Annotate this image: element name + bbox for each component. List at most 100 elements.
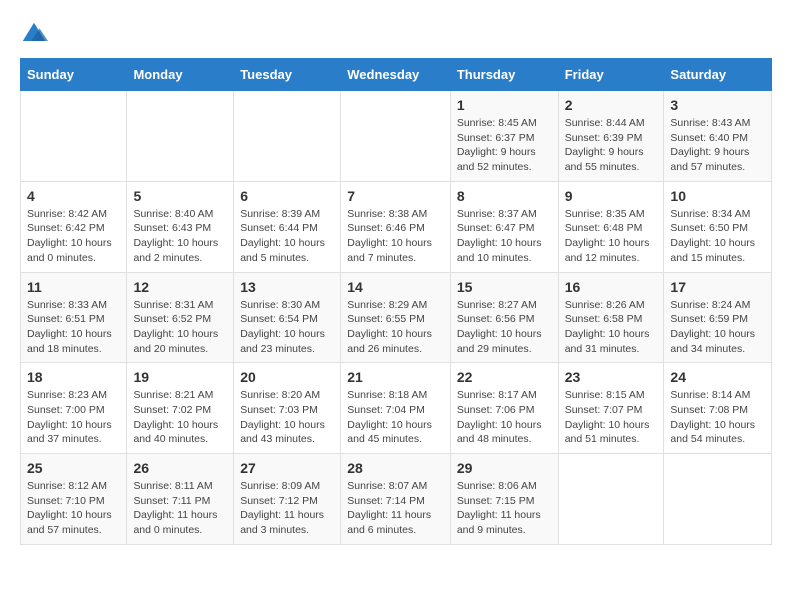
logo-icon (20, 20, 48, 48)
week-row-5: 25 Sunrise: 8:12 AM Sunset: 7:10 PM Dayli… (21, 454, 772, 545)
day-number: 17 (670, 279, 765, 295)
calendar-cell: 8 Sunrise: 8:37 AM Sunset: 6:47 PM Daylig… (450, 181, 558, 272)
day-info: Sunrise: 8:12 AM Sunset: 7:10 PM Dayligh… (27, 479, 120, 538)
calendar-cell: 29 Sunrise: 8:06 AM Sunset: 7:15 PM Dayli… (450, 454, 558, 545)
calendar-cell: 9 Sunrise: 8:35 AM Sunset: 6:48 PM Daylig… (558, 181, 664, 272)
day-info: Sunrise: 8:20 AM Sunset: 7:03 PM Dayligh… (240, 388, 334, 447)
day-number: 26 (133, 460, 227, 476)
header-day-monday: Monday (127, 59, 234, 91)
calendar-cell: 11Sunrise: 8:33 AM Sunset: 6:51 PM Dayli… (21, 272, 127, 363)
calendar-cell (664, 454, 772, 545)
day-number: 23 (565, 369, 658, 385)
logo (20, 20, 52, 48)
week-row-1: 1 Sunrise: 8:45 AM Sunset: 6:37 PM Daylig… (21, 91, 772, 182)
calendar-cell (127, 91, 234, 182)
day-number: 12 (133, 279, 227, 295)
week-row-3: 11Sunrise: 8:33 AM Sunset: 6:51 PM Dayli… (21, 272, 772, 363)
day-info: Sunrise: 8:17 AM Sunset: 7:06 PM Dayligh… (457, 388, 552, 447)
day-info: Sunrise: 8:11 AM Sunset: 7:11 PM Dayligh… (133, 479, 227, 538)
calendar-cell: 28 Sunrise: 8:07 AM Sunset: 7:14 PM Dayli… (341, 454, 451, 545)
day-number: 9 (565, 188, 658, 204)
calendar-cell: 21 Sunrise: 8:18 AM Sunset: 7:04 PM Dayli… (341, 363, 451, 454)
week-row-2: 4 Sunrise: 8:42 AM Sunset: 6:42 PM Daylig… (21, 181, 772, 272)
header-day-thursday: Thursday (450, 59, 558, 91)
day-info: Sunrise: 8:31 AM Sunset: 6:52 PM Dayligh… (133, 298, 227, 357)
day-number: 7 (347, 188, 444, 204)
calendar-cell: 3 Sunrise: 8:43 AM Sunset: 6:40 PM Daylig… (664, 91, 772, 182)
calendar-cell: 18 Sunrise: 8:23 AM Sunset: 7:00 PM Dayli… (21, 363, 127, 454)
calendar-cell: 13Sunrise: 8:30 AM Sunset: 6:54 PM Dayli… (234, 272, 341, 363)
day-info: Sunrise: 8:42 AM Sunset: 6:42 PM Dayligh… (27, 207, 120, 266)
calendar-cell: 12 Sunrise: 8:31 AM Sunset: 6:52 PM Dayli… (127, 272, 234, 363)
day-number: 24 (670, 369, 765, 385)
day-number: 29 (457, 460, 552, 476)
calendar-cell: 15Sunrise: 8:27 AM Sunset: 6:56 PM Dayli… (450, 272, 558, 363)
day-number: 10 (670, 188, 765, 204)
day-number: 8 (457, 188, 552, 204)
calendar-cell: 1 Sunrise: 8:45 AM Sunset: 6:37 PM Daylig… (450, 91, 558, 182)
day-info: Sunrise: 8:45 AM Sunset: 6:37 PM Dayligh… (457, 116, 552, 175)
day-info: Sunrise: 8:24 AM Sunset: 6:59 PM Dayligh… (670, 298, 765, 357)
calendar-cell: 10Sunrise: 8:34 AM Sunset: 6:50 PM Dayli… (664, 181, 772, 272)
calendar-table: SundayMondayTuesdayWednesdayThursdayFrid… (20, 58, 772, 545)
calendar-cell: 20 Sunrise: 8:20 AM Sunset: 7:03 PM Dayli… (234, 363, 341, 454)
day-number: 19 (133, 369, 227, 385)
day-number: 2 (565, 97, 658, 113)
day-info: Sunrise: 8:40 AM Sunset: 6:43 PM Dayligh… (133, 207, 227, 266)
calendar-cell: 2 Sunrise: 8:44 AM Sunset: 6:39 PM Daylig… (558, 91, 664, 182)
calendar-cell: 17 Sunrise: 8:24 AM Sunset: 6:59 PM Dayli… (664, 272, 772, 363)
day-number: 4 (27, 188, 120, 204)
day-number: 15 (457, 279, 552, 295)
day-info: Sunrise: 8:35 AM Sunset: 6:48 PM Dayligh… (565, 207, 658, 266)
day-info: Sunrise: 8:43 AM Sunset: 6:40 PM Dayligh… (670, 116, 765, 175)
header-day-wednesday: Wednesday (341, 59, 451, 91)
day-number: 21 (347, 369, 444, 385)
header (20, 20, 772, 48)
calendar-cell: 27Sunrise: 8:09 AM Sunset: 7:12 PM Dayli… (234, 454, 341, 545)
day-info: Sunrise: 8:44 AM Sunset: 6:39 PM Dayligh… (565, 116, 658, 175)
day-info: Sunrise: 8:18 AM Sunset: 7:04 PM Dayligh… (347, 388, 444, 447)
day-info: Sunrise: 8:15 AM Sunset: 7:07 PM Dayligh… (565, 388, 658, 447)
day-info: Sunrise: 8:33 AM Sunset: 6:51 PM Dayligh… (27, 298, 120, 357)
day-number: 22 (457, 369, 552, 385)
day-info: Sunrise: 8:29 AM Sunset: 6:55 PM Dayligh… (347, 298, 444, 357)
day-info: Sunrise: 8:23 AM Sunset: 7:00 PM Dayligh… (27, 388, 120, 447)
calendar-cell (341, 91, 451, 182)
day-info: Sunrise: 8:38 AM Sunset: 6:46 PM Dayligh… (347, 207, 444, 266)
day-info: Sunrise: 8:14 AM Sunset: 7:08 PM Dayligh… (670, 388, 765, 447)
day-number: 14 (347, 279, 444, 295)
day-number: 6 (240, 188, 334, 204)
day-info: Sunrise: 8:07 AM Sunset: 7:14 PM Dayligh… (347, 479, 444, 538)
day-number: 3 (670, 97, 765, 113)
day-number: 5 (133, 188, 227, 204)
calendar-cell (21, 91, 127, 182)
day-number: 28 (347, 460, 444, 476)
day-number: 1 (457, 97, 552, 113)
calendar-cell: 7 Sunrise: 8:38 AM Sunset: 6:46 PM Daylig… (341, 181, 451, 272)
header-day-sunday: Sunday (21, 59, 127, 91)
day-number: 18 (27, 369, 120, 385)
header-day-tuesday: Tuesday (234, 59, 341, 91)
week-row-4: 18 Sunrise: 8:23 AM Sunset: 7:00 PM Dayli… (21, 363, 772, 454)
day-info: Sunrise: 8:26 AM Sunset: 6:58 PM Dayligh… (565, 298, 658, 357)
header-day-saturday: Saturday (664, 59, 772, 91)
day-number: 27 (240, 460, 334, 476)
calendar-cell: 19 Sunrise: 8:21 AM Sunset: 7:02 PM Dayli… (127, 363, 234, 454)
calendar-cell: 14 Sunrise: 8:29 AM Sunset: 6:55 PM Dayli… (341, 272, 451, 363)
calendar-cell: 22 Sunrise: 8:17 AM Sunset: 7:06 PM Dayli… (450, 363, 558, 454)
calendar-cell: 5 Sunrise: 8:40 AM Sunset: 6:43 PM Daylig… (127, 181, 234, 272)
calendar-cell: 6Sunrise: 8:39 AM Sunset: 6:44 PM Daylig… (234, 181, 341, 272)
day-info: Sunrise: 8:37 AM Sunset: 6:47 PM Dayligh… (457, 207, 552, 266)
calendar-cell: 23 Sunrise: 8:15 AM Sunset: 7:07 PM Dayli… (558, 363, 664, 454)
day-number: 20 (240, 369, 334, 385)
calendar-cell: 26 Sunrise: 8:11 AM Sunset: 7:11 PM Dayli… (127, 454, 234, 545)
calendar-cell: 24 Sunrise: 8:14 AM Sunset: 7:08 PM Dayli… (664, 363, 772, 454)
calendar-cell (558, 454, 664, 545)
day-number: 25 (27, 460, 120, 476)
day-info: Sunrise: 8:06 AM Sunset: 7:15 PM Dayligh… (457, 479, 552, 538)
calendar-cell: 16Sunrise: 8:26 AM Sunset: 6:58 PM Dayli… (558, 272, 664, 363)
header-day-friday: Friday (558, 59, 664, 91)
day-number: 13 (240, 279, 334, 295)
day-info: Sunrise: 8:21 AM Sunset: 7:02 PM Dayligh… (133, 388, 227, 447)
calendar-cell: 25 Sunrise: 8:12 AM Sunset: 7:10 PM Dayli… (21, 454, 127, 545)
